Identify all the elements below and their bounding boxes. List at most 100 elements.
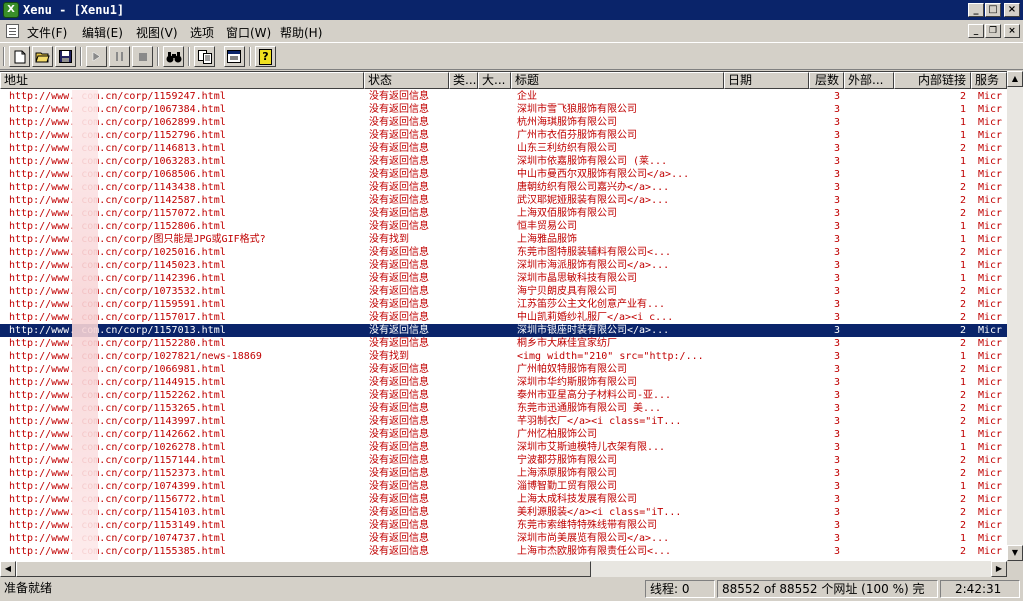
- maximize-button[interactable]: □: [985, 3, 1001, 17]
- table-row[interactable]: http://www. com.cn/corp/1073532.html 没有返回…: [0, 285, 1007, 298]
- table-row[interactable]: http://www. com.cn/corp/1152806.html 没有返回…: [0, 220, 1007, 233]
- column-title[interactable]: 标题: [511, 72, 724, 89]
- row-server: Micr: [978, 117, 1003, 128]
- menu-help[interactable]: 帮助(H): [280, 24, 322, 41]
- row-title: 中山市曼西尔双服饰有限公司</a>...: [517, 169, 690, 180]
- table-row[interactable]: http://www. com.cn/corp/1074399.html 没有返回…: [0, 480, 1007, 493]
- column-external[interactable]: 外部...: [844, 72, 894, 89]
- table-row[interactable]: http://www. com.cn/corp/图只能是JPG或GIF格式? 没有…: [0, 233, 1007, 246]
- table-row[interactable]: http://www. com.cn/corp/1157017.html 没有返回…: [0, 311, 1007, 324]
- table-row[interactable]: http://www. com.cn/corp/1142662.html 没有返回…: [0, 428, 1007, 441]
- find-button[interactable]: [163, 46, 184, 67]
- table-row[interactable]: http://www. com.cn/corp/1152796.html 没有返回…: [0, 129, 1007, 142]
- row-server: Micr: [978, 273, 1003, 284]
- table-row[interactable]: http://www. com.cn/corp/1026278.html 没有返回…: [0, 441, 1007, 454]
- xenu-app-icon[interactable]: X: [3, 2, 19, 18]
- new-button[interactable]: [9, 46, 30, 67]
- table-row[interactable]: http://www. com.cn/corp/1142396.html 没有返回…: [0, 272, 1007, 285]
- open-button[interactable]: [32, 46, 53, 67]
- mdi-close-button[interactable]: ×: [1004, 24, 1020, 38]
- table-row[interactable]: http://www. com.cn/corp/1159247.html 没有返回…: [0, 90, 1007, 103]
- menu-window[interactable]: 窗口(W): [226, 24, 271, 41]
- save-button[interactable]: [55, 46, 76, 67]
- document-icon[interactable]: [6, 24, 19, 38]
- table-row[interactable]: http://www. com.cn/corp/1063283.html 没有返回…: [0, 155, 1007, 168]
- row-server: Micr: [978, 234, 1003, 245]
- horizontal-scroll-thumb[interactable]: [16, 561, 591, 577]
- pause-icon: [116, 52, 123, 61]
- column-internal-links[interactable]: 内部链接: [894, 72, 971, 89]
- table-row[interactable]: http://www. com.cn/corp/1066981.html 没有返回…: [0, 363, 1007, 376]
- table-row[interactable]: http://www. com.cn/corp/1157072.html 没有返回…: [0, 207, 1007, 220]
- row-level: 3: [833, 143, 840, 154]
- column-date[interactable]: 日期: [724, 72, 809, 89]
- row-level: 3: [833, 351, 840, 362]
- column-status[interactable]: 状态: [364, 72, 449, 89]
- copy-button[interactable]: [194, 46, 215, 67]
- column-type[interactable]: 类...: [449, 72, 478, 89]
- row-level: 3: [833, 286, 840, 297]
- menu-file[interactable]: 文件(F): [27, 24, 67, 41]
- help-button[interactable]: ?: [255, 46, 276, 67]
- toolbar: ?: [0, 42, 1023, 70]
- close-button[interactable]: ×: [1004, 3, 1020, 17]
- row-url: http://www. com.cn/corp/1062899.html: [9, 117, 226, 128]
- table-row[interactable]: http://www. com.cn/corp/1153265.html 没有返回…: [0, 402, 1007, 415]
- minimize-button[interactable]: _: [968, 3, 984, 17]
- menu-options[interactable]: 选项: [190, 24, 214, 41]
- column-level[interactable]: 层数: [809, 72, 844, 89]
- row-internal-links: 2: [959, 338, 966, 349]
- row-server: Micr: [978, 494, 1003, 505]
- table-row[interactable]: http://www. com.cn/corp/1025016.html 没有返回…: [0, 246, 1007, 259]
- column-address[interactable]: 地址: [0, 72, 364, 89]
- mdi-restore-button[interactable]: ❐: [985, 24, 1001, 38]
- properties-button[interactable]: [224, 46, 245, 67]
- table-row[interactable]: http://www. com.cn/corp/1068506.html 没有返回…: [0, 168, 1007, 181]
- stop-button[interactable]: [132, 46, 153, 67]
- table-row[interactable]: http://www. com.cn/corp/1159591.html 没有返回…: [0, 298, 1007, 311]
- table-row-selected[interactable]: http://www. com.cn/corp/1157013.html 没有返回…: [0, 324, 1007, 337]
- row-level: 3: [833, 208, 840, 219]
- table-row[interactable]: http://www. com.cn/corp/1062899.html 没有返回…: [0, 116, 1007, 129]
- row-title: 广州帕奴特服饰有限公司: [517, 364, 627, 375]
- table-row[interactable]: http://www. com.cn/corp/1154103.html 没有返回…: [0, 506, 1007, 519]
- link-list[interactable]: 地址 状态 类... 大... 标题 日期 层数 外部... 内部链接 服务 h…: [0, 71, 1023, 562]
- table-row[interactable]: http://www. com.cn/corp/1143997.html 没有返回…: [0, 415, 1007, 428]
- table-row[interactable]: http://www. com.cn/corp/1153149.html 没有返回…: [0, 519, 1007, 532]
- horizontal-scrollbar[interactable]: ◀ ▶: [0, 561, 1007, 577]
- table-row[interactable]: http://www. com.cn/corp/1145023.html 没有返回…: [0, 259, 1007, 272]
- table-row[interactable]: http://www. com.cn/corp/1157144.html 没有返回…: [0, 454, 1007, 467]
- row-url: http://www. com.cn/corp/1142662.html: [9, 429, 226, 440]
- pause-button[interactable]: [109, 46, 130, 67]
- menu-edit[interactable]: 编辑(E): [82, 24, 123, 41]
- menu-view[interactable]: 视图(V): [136, 24, 178, 41]
- row-title: 深圳市尚美展览有限公司</a>...: [517, 533, 670, 544]
- vertical-scrollbar[interactable]: ▲ ▼: [1007, 71, 1023, 561]
- table-row[interactable]: http://www. com.cn/corp/1067384.html 没有返回…: [0, 103, 1007, 116]
- table-row[interactable]: http://www. com.cn/corp/1143438.html 没有返回…: [0, 181, 1007, 194]
- scroll-down-button[interactable]: ▼: [1007, 545, 1023, 561]
- scroll-right-button[interactable]: ▶: [991, 561, 1007, 577]
- row-internal-links: 1: [959, 260, 966, 271]
- column-server[interactable]: 服务: [971, 72, 1007, 89]
- mdi-minimize-button[interactable]: _: [968, 24, 984, 38]
- table-row[interactable]: http://www. com.cn/corp/1155385.html 没有返回…: [0, 545, 1007, 558]
- table-row[interactable]: http://www. com.cn/corp/1074737.html 没有返回…: [0, 532, 1007, 545]
- row-level: 3: [833, 468, 840, 479]
- table-row[interactable]: http://www. com.cn/corp/1146813.html 没有返回…: [0, 142, 1007, 155]
- scroll-up-button[interactable]: ▲: [1007, 71, 1023, 87]
- table-row[interactable]: http://www. com.cn/corp/1142587.html 没有返回…: [0, 194, 1007, 207]
- row-internal-links: 2: [959, 468, 966, 479]
- table-row[interactable]: http://www. com.cn/corp/1027821/news-188…: [0, 350, 1007, 363]
- row-server: Micr: [978, 403, 1003, 414]
- table-row[interactable]: http://www. com.cn/corp/1152373.html 没有返回…: [0, 467, 1007, 480]
- table-row[interactable]: http://www. com.cn/corp/1144915.html 没有返回…: [0, 376, 1007, 389]
- start-button[interactable]: [86, 46, 107, 67]
- row-internal-links: 1: [959, 156, 966, 167]
- table-row[interactable]: http://www. com.cn/corp/1156772.html 没有返回…: [0, 493, 1007, 506]
- column-size[interactable]: 大...: [478, 72, 511, 89]
- scroll-left-button[interactable]: ◀: [0, 561, 16, 577]
- row-server: Micr: [978, 195, 1003, 206]
- table-row[interactable]: http://www. com.cn/corp/1152280.html 没有返回…: [0, 337, 1007, 350]
- table-row[interactable]: http://www. com.cn/corp/1152262.html 没有返回…: [0, 389, 1007, 402]
